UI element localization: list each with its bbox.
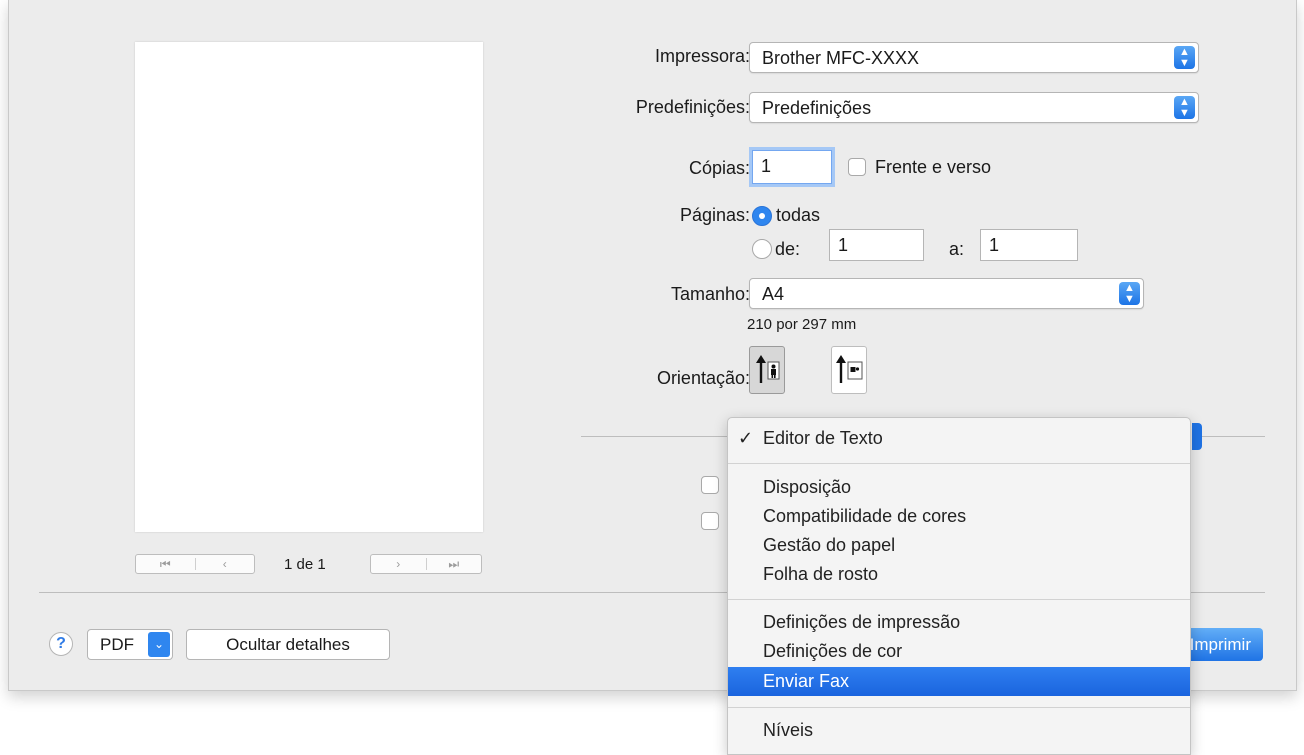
copies-label: Cópias:: [688, 158, 750, 178]
pages-all-radio[interactable]: [752, 206, 772, 226]
option-checkbox-2[interactable]: [701, 512, 719, 530]
menu-separator: [728, 463, 1190, 464]
first-page-icon[interactable]: ⏮: [136, 555, 195, 573]
menu-item-label: Editor de Texto: [763, 428, 883, 448]
menu-item-disposicao[interactable]: Disposição: [728, 473, 1190, 502]
portrait-orientation-button[interactable]: [749, 346, 785, 394]
printer-label: Impressora:: [654, 46, 750, 66]
preview-nav-forward: › ⏭: [370, 554, 482, 574]
presets-select[interactable]: Predefinições ▲ ▼: [749, 92, 1199, 123]
pages-all-label: todas: [776, 205, 821, 225]
pdf-label: PDF: [100, 635, 134, 654]
panel-popup-menu: ✓ Editor de Texto Disposição Compatibili…: [727, 417, 1191, 755]
page-counter: 1 de 1: [284, 556, 326, 573]
select-arrows-icon: ▲ ▼: [1174, 46, 1195, 69]
select-arrows-icon: ▲ ▼: [1119, 282, 1140, 305]
panel-select-arrows-icon[interactable]: [1192, 423, 1202, 450]
pages-range-radio[interactable]: [752, 239, 772, 259]
menu-item-enviar-fax[interactable]: Enviar Fax: [728, 667, 1190, 696]
option-checkbox-1[interactable]: [701, 476, 719, 494]
menu-item-editor-de-texto[interactable]: ✓ Editor de Texto: [728, 424, 1190, 453]
copies-input[interactable]: 1: [752, 150, 832, 184]
presets-label: Predefinições:: [635, 97, 750, 117]
menu-item-compatibilidade-de-cores[interactable]: Compatibilidade de cores: [728, 502, 1190, 531]
paper-dimensions: 210 por 297 mm: [747, 316, 857, 333]
hide-details-button[interactable]: Ocultar detalhes: [186, 629, 390, 660]
duplex-label: Frente e verso: [875, 157, 992, 177]
menu-separator: [728, 707, 1190, 708]
page-preview: [135, 42, 483, 532]
size-select[interactable]: A4 ▲ ▼: [749, 278, 1144, 309]
orientation-label: Orientação:: [656, 368, 750, 388]
pages-label: Páginas:: [679, 205, 750, 225]
size-value: A4: [762, 284, 785, 304]
menu-item-folha-de-rosto[interactable]: Folha de rosto: [728, 560, 1190, 589]
menu-item-definicoes-de-cor[interactable]: Definições de cor: [728, 637, 1190, 666]
pages-to-input[interactable]: 1: [980, 229, 1078, 261]
menu-item-definicoes-de-impressao[interactable]: Definições de impressão: [728, 608, 1190, 637]
section-divider: [1199, 436, 1265, 437]
presets-value: Predefinições: [762, 98, 872, 118]
pages-from-label: de:: [775, 239, 801, 259]
preview-nav-back: ⏮ ‹: [135, 554, 255, 574]
landscape-orientation-button[interactable]: [831, 346, 867, 394]
select-arrows-icon: ▲ ▼: [1174, 96, 1195, 119]
pages-from-input[interactable]: 1: [829, 229, 924, 261]
printer-select[interactable]: Brother MFC-XXXX ▲ ▼: [749, 42, 1199, 73]
printer-value: Brother MFC-XXXX: [762, 48, 920, 68]
pages-to-label: a:: [949, 239, 965, 259]
pdf-menu-button[interactable]: PDF ⌄: [87, 629, 173, 660]
landscape-icon: [836, 355, 863, 383]
duplex-checkbox[interactable]: [848, 158, 866, 176]
menu-separator: [728, 599, 1190, 600]
help-button[interactable]: ?: [49, 632, 73, 656]
section-divider: [581, 436, 741, 437]
next-page-icon[interactable]: ›: [371, 555, 426, 573]
portrait-icon: [756, 355, 780, 383]
checkmark-icon: ✓: [738, 428, 754, 448]
previous-page-icon[interactable]: ‹: [196, 555, 255, 573]
menu-item-gestao-do-papel[interactable]: Gestão do papel: [728, 531, 1190, 560]
menu-item-niveis[interactable]: Níveis: [728, 716, 1190, 745]
size-label: Tamanho:: [670, 284, 750, 304]
chevron-down-icon: ⌄: [148, 632, 170, 657]
last-page-icon[interactable]: ⏭: [427, 555, 482, 573]
